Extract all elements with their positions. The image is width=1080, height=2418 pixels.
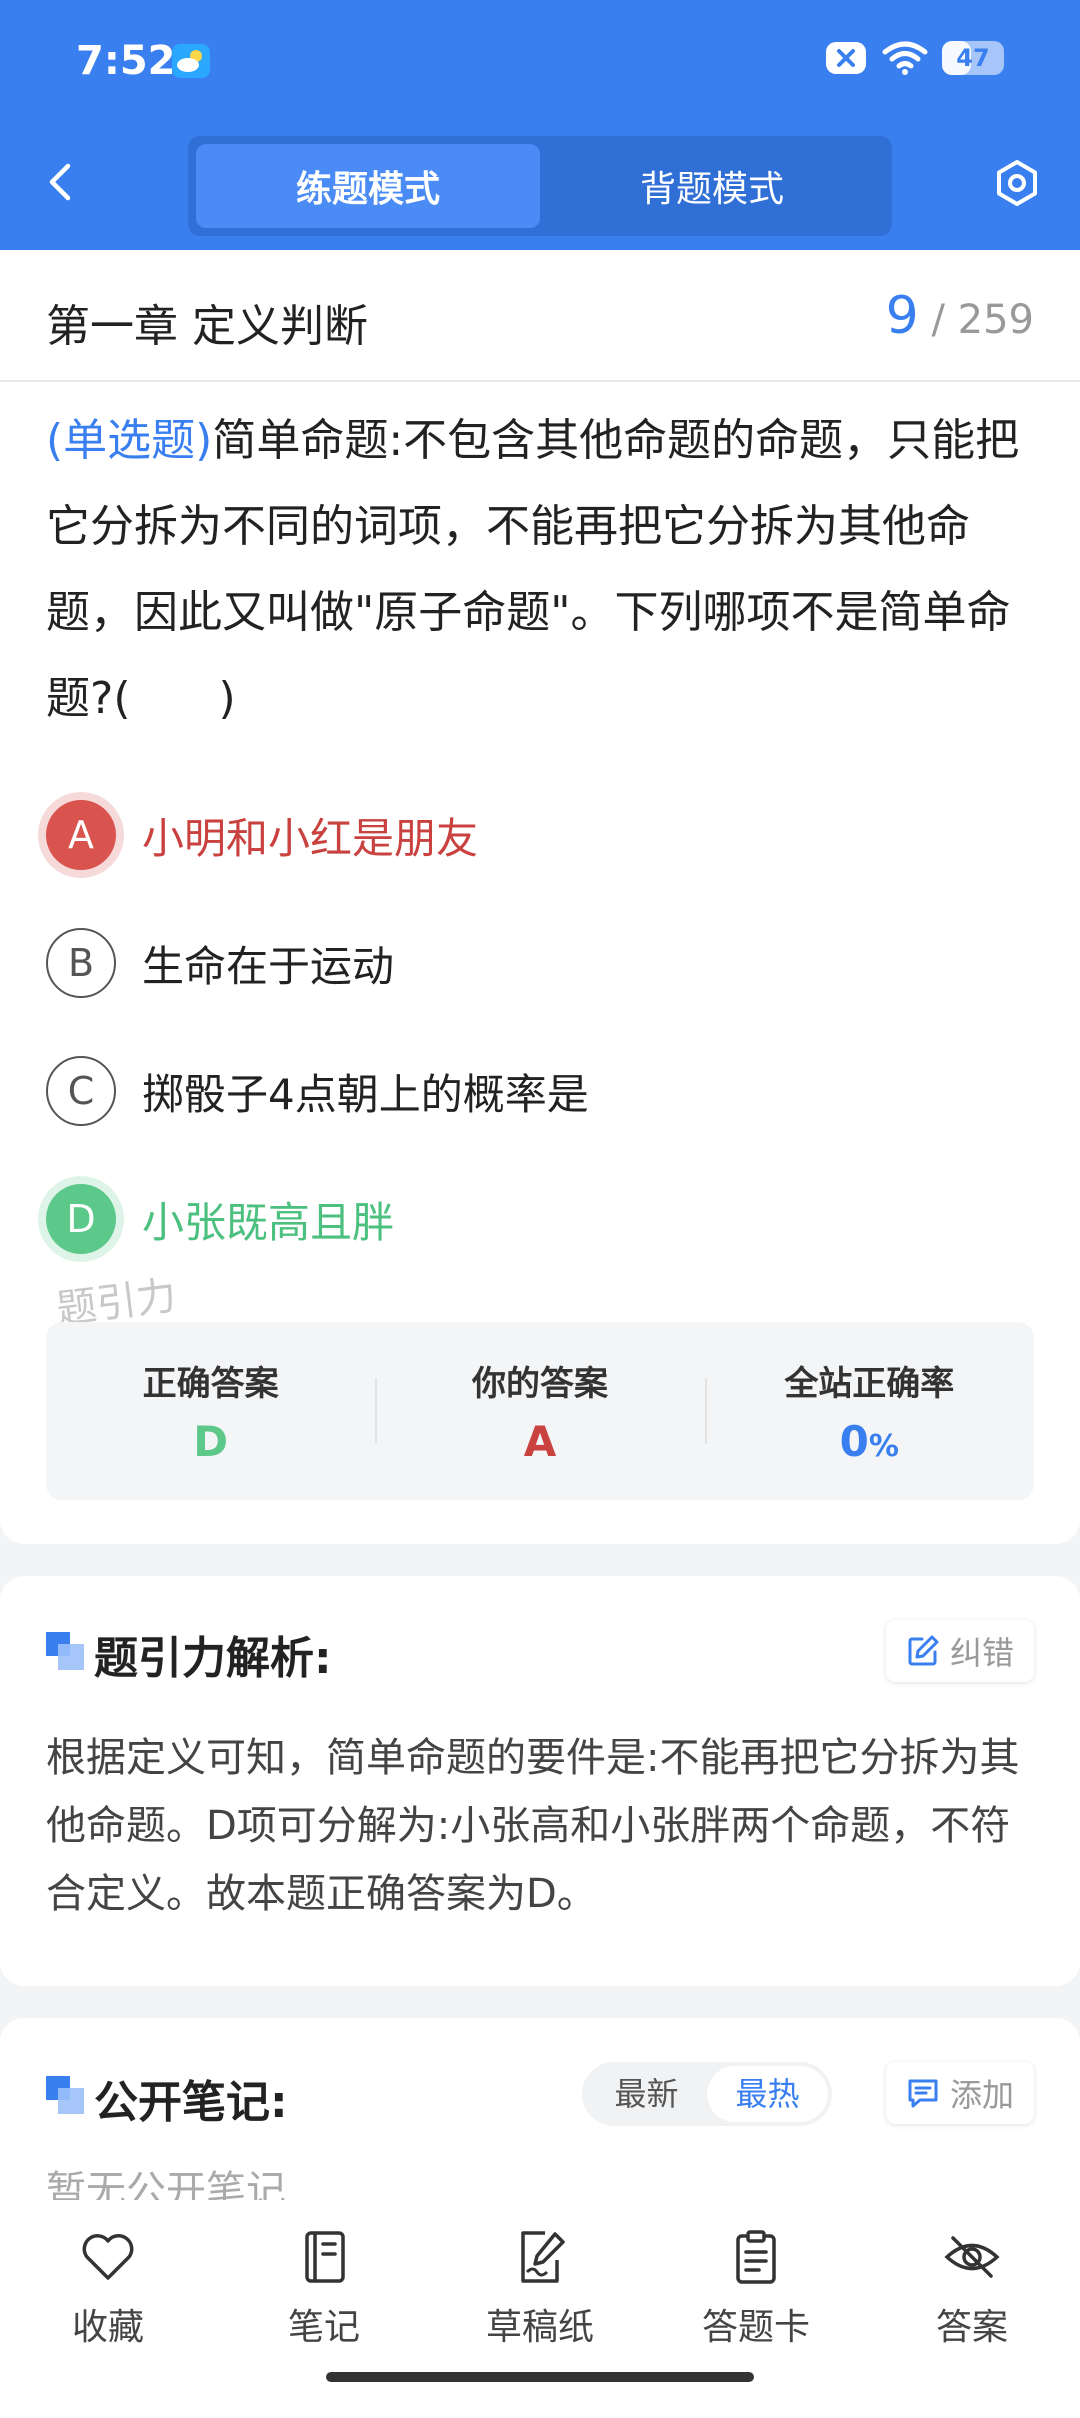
edit-icon <box>908 1635 939 1666</box>
nav-draft[interactable]: 草稿纸 <box>432 2200 648 2400</box>
nav-favorite[interactable]: 收藏 <box>0 2200 216 2400</box>
stat-correct-answer: 正确答案 D <box>46 1322 375 1500</box>
nav-label: 答案 <box>935 2307 1008 2348</box>
section-icon <box>46 2076 84 2114</box>
accuracy-number: 0 <box>839 1417 869 1466</box>
sort-latest[interactable]: 最新 <box>586 2066 707 2122</box>
stat-your-answer: 你的答案 A <box>375 1322 704 1500</box>
question-type: (单选题) <box>46 415 213 466</box>
analysis-card: 题引力解析: 纠错 根据定义可知，简单命题的要件是:不能再把它分拆为其他命题。D… <box>0 1576 1080 1986</box>
option-letter: A <box>46 800 116 870</box>
your-answer-value: A <box>523 1417 557 1466</box>
option-text: 掷骰子4点朝上的概率是 <box>142 1069 589 1119</box>
option-d[interactable]: D 小张既高且胖 <box>46 1174 394 1264</box>
option-letter: B <box>46 928 116 998</box>
report-error-label: 纠错 <box>949 1634 1014 1672</box>
option-a[interactable]: A 小明和小红是朋友 <box>46 790 478 880</box>
nav-label: 笔记 <box>287 2307 360 2348</box>
accuracy-unit: % <box>868 1429 899 1464</box>
option-text: 生命在于运动 <box>142 941 395 991</box>
bottom-nav: 收藏 笔记 草稿纸 答题卡 答案 <box>0 2200 1080 2400</box>
nav-label: 收藏 <box>71 2307 144 2348</box>
stat-label: 你的答案 <box>471 1364 608 1404</box>
add-note-label: 添加 <box>949 2076 1014 2114</box>
home-indicator[interactable] <box>326 2372 754 2382</box>
add-note-button[interactable]: 添加 <box>885 2062 1034 2124</box>
option-text: 小张既高且胖 <box>142 1197 395 1247</box>
heart-icon <box>82 2234 134 2280</box>
analysis-title: 题引力解析: <box>94 1633 332 1684</box>
question-card: 第一章 定义判断 9 / 259 (单选题)简单命题:不包含其他命题的命题，只能… <box>0 250 1080 1544</box>
option-c[interactable]: C 掷骰子4点朝上的概率是 <box>46 1046 589 1136</box>
section-icon <box>46 1632 84 1670</box>
nav-answer[interactable]: 答案 <box>864 2200 1080 2400</box>
total-questions: / 259 <box>931 297 1034 343</box>
notes-title: 公开笔记: <box>94 2077 288 2128</box>
wifi-icon <box>882 41 928 75</box>
mode-switch: 练题模式 背题模式 <box>188 136 892 236</box>
status-icons: 47 <box>824 40 1004 76</box>
nav-label: 草稿纸 <box>485 2307 594 2348</box>
sort-hot[interactable]: 最热 <box>707 2066 828 2122</box>
back-icon[interactable] <box>40 160 84 204</box>
stat-label: 全站正确率 <box>784 1364 955 1404</box>
clipboard-icon <box>736 2230 776 2284</box>
battery-text: 47 <box>956 44 990 72</box>
status-time: 7:52 <box>76 38 176 84</box>
analysis-text: 根据定义可知，简单命题的要件是:不能再把它分拆为其他命题。D项可分解为:小张高和… <box>46 1735 1020 1917</box>
notification-off-icon <box>826 42 866 74</box>
current-question-number: 9 <box>885 286 919 346</box>
nav-answer-sheet[interactable]: 答题卡 <box>648 2200 864 2400</box>
stat-label: 正确答案 <box>142 1364 279 1404</box>
weather-icon <box>172 44 210 78</box>
option-b[interactable]: B 生命在于运动 <box>46 918 394 1008</box>
nav-notes[interactable]: 笔记 <box>216 2200 432 2400</box>
eye-off-icon <box>944 2236 1000 2278</box>
option-letter: D <box>46 1184 116 1254</box>
option-text: 小明和小红是朋友 <box>142 813 479 863</box>
answer-stats: 正确答案 D 你的答案 A 全站正确率 0% <box>46 1322 1034 1500</box>
accuracy-value: 0% <box>840 1417 899 1466</box>
correct-answer-value: D <box>193 1417 229 1466</box>
settings-icon[interactable] <box>992 158 1042 208</box>
question-text: (单选题)简单命题:不包含其他命题的命题，只能把它分拆为不同的词项，不能再把它分… <box>46 398 1036 742</box>
report-error-button[interactable]: 纠错 <box>885 1620 1034 1682</box>
nav-label: 答题卡 <box>701 2307 810 2348</box>
tab-practice-mode[interactable]: 练题模式 <box>196 144 540 228</box>
stat-accuracy: 全站正确率 0% <box>704 1322 1034 1500</box>
draft-icon <box>521 2231 565 2283</box>
notebook-icon <box>305 2231 345 2283</box>
battery-indicator: 47 <box>942 41 1004 75</box>
chapter-title: 第一章 定义判断 <box>46 301 368 352</box>
option-letter: C <box>46 1056 116 1126</box>
top-bar: 7:52 47 练题模式 背题模式 <box>0 0 1080 250</box>
tab-memorize-mode[interactable]: 背题模式 <box>540 144 884 228</box>
question-progress: 9 / 259 <box>886 286 1034 346</box>
comment-icon <box>908 2079 938 2108</box>
notes-sort-toggle: 最新 最热 <box>582 2062 832 2126</box>
divider <box>0 380 1080 382</box>
